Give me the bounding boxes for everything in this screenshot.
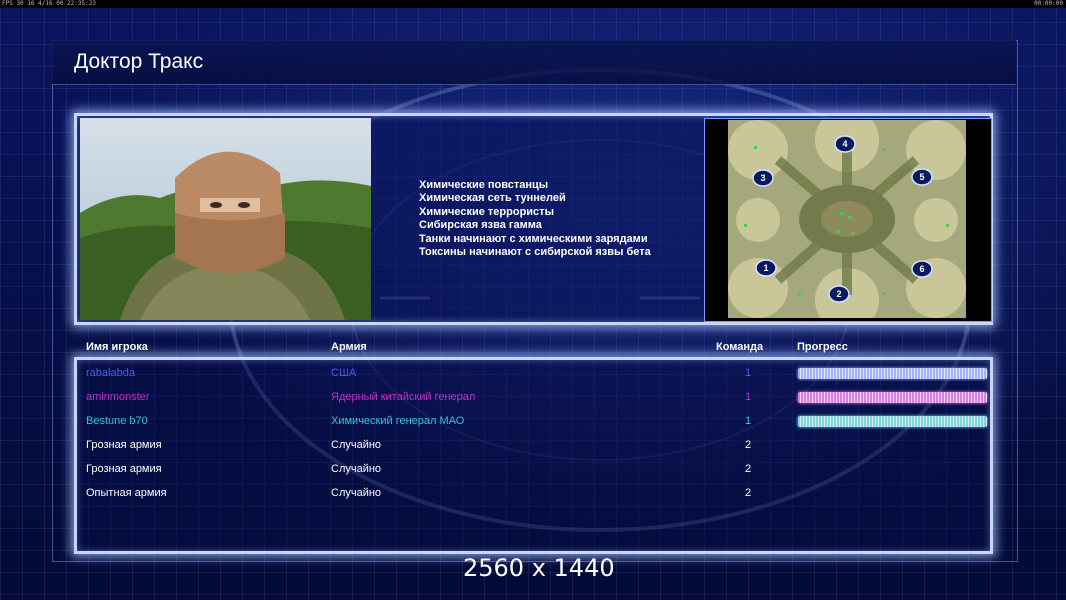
player-team: 2 <box>745 487 752 499</box>
general-portrait <box>80 118 371 320</box>
loading-progress-bar <box>798 392 987 403</box>
player-name: Грозная армия <box>86 463 162 475</box>
player-army: Случайно <box>331 439 382 451</box>
status-text: 16 4/16 00 22:35:23 <box>27 0 96 7</box>
player-name: Грозная армия <box>86 439 162 451</box>
player-team: 1 <box>745 415 752 427</box>
table-row: Грозная армия Случайно 2 <box>0 439 1066 463</box>
column-header-name: Имя игрока <box>86 341 148 353</box>
page-title: Доктор Тракс <box>74 50 204 73</box>
player-name: aminmonster <box>86 391 150 403</box>
player-name: rabalabda <box>86 367 135 379</box>
player-name: Bestune b70 <box>86 415 148 427</box>
table-row: Грозная армия Случайно 2 <box>0 463 1066 487</box>
description-line: Химические повстанцы <box>419 179 549 191</box>
description-line: Химическая сеть туннелей <box>419 192 566 205</box>
player-army: Ядерный китайский генерал <box>331 391 476 403</box>
table-row: aminmonster Ядерный китайский генерал 1 <box>0 391 1066 415</box>
table-row: Опытная армия Случайно 2 <box>0 487 1066 511</box>
fps-label: FPS 30 <box>2 0 24 7</box>
description-line: Танки начинают с химическими зарядами <box>419 232 648 245</box>
player-name: Опытная армия <box>86 487 167 499</box>
player-team: 1 <box>745 391 752 403</box>
table-row: rabalabda США 1 <box>0 367 1066 391</box>
table-row: Bestune b70 Химический генерал МАО 1 <box>0 415 1066 439</box>
description-line: Токсины начинают с сибирской язвы бета <box>419 246 651 259</box>
description-line: Сибирская язва гамма <box>419 219 542 232</box>
column-header-army: Армия <box>331 341 367 353</box>
player-team: 1 <box>745 367 752 379</box>
clock: 00:00:00 <box>1034 0 1063 7</box>
player-army: Случайно <box>331 487 382 499</box>
minimap <box>728 120 966 318</box>
player-army: Случайно <box>331 463 382 475</box>
player-army: Химический генерал МАО <box>331 415 465 427</box>
loading-progress-bar <box>798 368 987 379</box>
player-team: 2 <box>745 463 752 475</box>
description-line: Химические террористы <box>419 205 554 218</box>
general-description: Химические повстанцы Химическая сеть тун… <box>419 179 651 259</box>
loading-progress-bar <box>798 416 987 427</box>
column-header-progress: Прогресс <box>797 341 848 353</box>
column-header-team: Команда <box>716 341 764 353</box>
player-army: США <box>331 367 357 379</box>
resolution-caption: 2560 x 1440 <box>463 554 615 582</box>
system-status-bar: FPS 30 16 4/16 00 22:35:23 00:00:00 <box>0 0 1066 8</box>
player-team: 2 <box>745 439 752 451</box>
